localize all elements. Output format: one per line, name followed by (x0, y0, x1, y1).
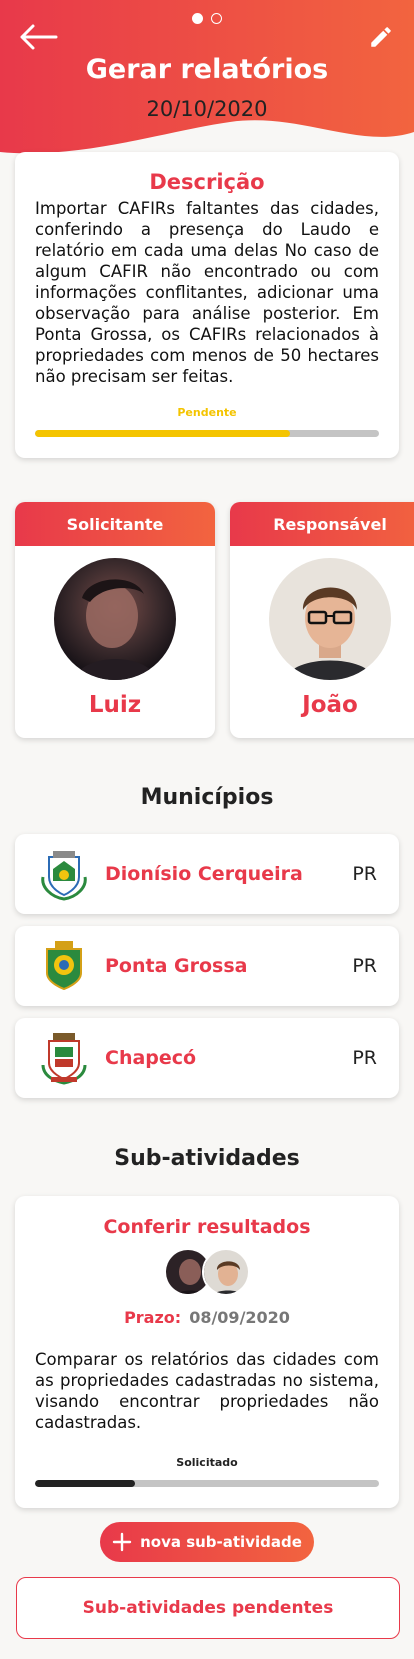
subactivity-assignees (35, 1248, 379, 1296)
pencil-icon[interactable] (368, 24, 394, 50)
requester-label: Solicitante (15, 502, 215, 546)
header: Gerar relatórios 20/10/2020 (0, 0, 414, 160)
avatar (269, 558, 391, 680)
responsible-label: Responsável (230, 502, 414, 546)
subactivity-card[interactable]: Conferir resultados Prazo: 08/09/2020 Com… (15, 1196, 399, 1508)
page-title: Gerar relatórios (85, 54, 329, 85)
arrow-left-icon[interactable] (18, 22, 58, 52)
list-item[interactable]: Chapecó PR (15, 1018, 399, 1098)
city-state: PR (352, 1047, 377, 1069)
list-item[interactable]: Dionísio Cerqueira PR (15, 834, 399, 914)
page-indicator (0, 13, 414, 24)
list-item[interactable]: Ponta Grossa PR (15, 926, 399, 1006)
status-label: Solicitado (176, 1456, 238, 1469)
description-text: Importar CAFIRs faltantes das cidades, c… (35, 199, 379, 386)
new-subactivity-label: nova sub-atividade (140, 1533, 302, 1551)
description-card: Descrição Importar CAFIRs faltantes das … (15, 152, 399, 458)
city-name: Ponta Grossa (105, 955, 248, 977)
avatar (202, 1248, 250, 1296)
city-name: Dionísio Cerqueira (105, 863, 303, 885)
city-state: PR (352, 955, 377, 977)
deadline-value: 08/09/2020 (189, 1308, 290, 1327)
description-title: Descrição (149, 170, 265, 194)
status-label: Pendente (177, 406, 237, 419)
page-dot-1[interactable] (192, 13, 203, 24)
avatar (54, 558, 176, 680)
requester-name: Luiz (88, 692, 142, 718)
pending-subactivities-button[interactable]: Sub-atividades pendentes (16, 1577, 400, 1639)
subactivities-title: Sub-atividades (114, 1146, 300, 1171)
page-date: 20/10/2020 (146, 97, 268, 121)
city-crest-icon (46, 941, 82, 991)
municipalities-title: Municípios (140, 785, 274, 810)
subactivity-title: Conferir resultados (103, 1216, 311, 1238)
new-subactivity-button[interactable]: nova sub-atividade (100, 1522, 314, 1562)
responsible-card[interactable]: Responsável João (230, 502, 414, 738)
page-dot-2[interactable] (211, 13, 222, 24)
progress-bar (35, 1480, 379, 1487)
city-name: Chapecó (105, 1047, 197, 1069)
plus-icon (112, 1532, 132, 1552)
subactivity-description: Comparar os relatórios das cidades com a… (35, 1350, 379, 1432)
subactivity-deadline: Prazo: 08/09/2020 (35, 1308, 379, 1327)
city-state: PR (352, 863, 377, 885)
responsible-name: João (302, 692, 358, 718)
city-crest-icon (41, 851, 87, 901)
progress-bar-fill (35, 1480, 135, 1487)
progress-bar (35, 430, 379, 437)
pending-subactivities-label: Sub-atividades pendentes (82, 1598, 334, 1618)
requester-card[interactable]: Solicitante Luiz (15, 502, 215, 738)
progress-bar-fill (35, 430, 290, 437)
deadline-label: Prazo: (124, 1308, 182, 1327)
city-crest-icon (41, 1033, 87, 1085)
